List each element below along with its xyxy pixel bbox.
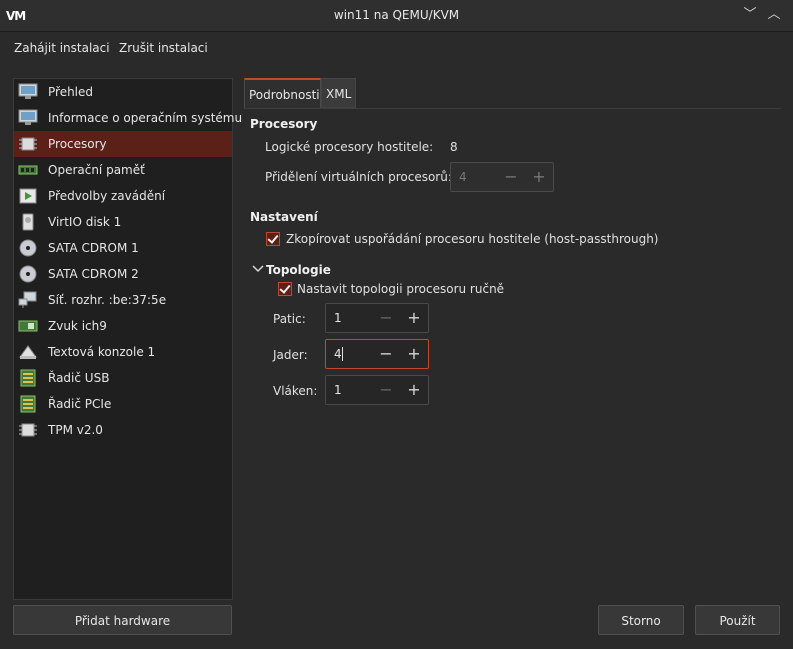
sidebar-item-boot-options[interactable]: Předvolby zavádění bbox=[14, 183, 232, 209]
sidebar-item-cdrom-1[interactable]: SATA CDROM 1 bbox=[14, 235, 232, 261]
sidebar-item-label: Řadič USB bbox=[48, 371, 110, 385]
sidebar-item-label: Informace o operačním systému bbox=[48, 111, 243, 125]
monitor-icon bbox=[18, 109, 38, 125]
disk-icon bbox=[22, 213, 34, 231]
cancel-install-button[interactable]: Zrušit instalaci bbox=[119, 41, 208, 55]
window-title: win11 na QEMU/KVM bbox=[333, 8, 460, 22]
sidebar-item-overview[interactable]: Přehled bbox=[14, 79, 232, 105]
cores-stepper[interactable]: 4 − + bbox=[325, 339, 429, 369]
sidebar-item-label: SATA CDROM 2 bbox=[48, 267, 139, 281]
maximize-icon[interactable]: ︿ bbox=[765, 6, 783, 24]
sidebar-item-label: Síť. rozhr. :be:37:5e bbox=[48, 293, 167, 307]
copy-host-cpu-checkbox[interactable] bbox=[266, 232, 280, 246]
increment-icon[interactable]: + bbox=[404, 344, 424, 364]
vcpu-allocation-stepper[interactable]: 4 − + bbox=[450, 162, 554, 192]
sockets-label: Patic: bbox=[273, 312, 306, 326]
cdrom-icon bbox=[19, 239, 37, 257]
tab-bar: Podrobnosti XML bbox=[244, 78, 781, 109]
sidebar-item-network[interactable]: Síť. rozhr. :be:37:5e bbox=[14, 287, 232, 313]
add-hardware-button[interactable]: Přidat hardware bbox=[13, 605, 232, 635]
increment-icon[interactable]: + bbox=[404, 380, 424, 400]
threads-value: 1 bbox=[334, 383, 342, 397]
manual-topology-label: Nastavit topologii procesoru ručně bbox=[297, 282, 505, 296]
sidebar-item-virtio-disk[interactable]: VirtIO disk 1 bbox=[14, 209, 232, 235]
memory-icon bbox=[18, 165, 38, 175]
sidebar-item-label: VirtIO disk 1 bbox=[48, 215, 122, 229]
vcpu-allocation-value: 4 bbox=[459, 170, 467, 184]
controller-icon bbox=[20, 395, 36, 413]
cdrom-icon bbox=[19, 265, 37, 283]
sound-card-icon bbox=[18, 320, 38, 332]
decrement-icon[interactable]: − bbox=[376, 380, 396, 400]
toolbar: Zahájit instalaci Zrušit instalaci bbox=[0, 32, 793, 64]
cpu-icon bbox=[19, 423, 37, 437]
sockets-stepper[interactable]: 1 − + bbox=[325, 303, 429, 333]
sidebar-item-tpm[interactable]: TPM v2.0 bbox=[14, 417, 232, 443]
text-caret bbox=[342, 347, 343, 361]
monitor-icon bbox=[18, 83, 38, 99]
sidebar-item-processors[interactable]: Procesory bbox=[14, 131, 232, 157]
sockets-value: 1 bbox=[334, 311, 342, 325]
increment-icon[interactable]: + bbox=[404, 308, 424, 328]
minimize-icon[interactable]: ﹀ bbox=[741, 6, 759, 24]
manual-topology-checkbox[interactable] bbox=[278, 282, 292, 296]
sidebar-item-cdrom-2[interactable]: SATA CDROM 2 bbox=[14, 261, 232, 287]
sidebar-item-usb-controller[interactable]: Řadič USB bbox=[14, 365, 232, 391]
sidebar-item-sound[interactable]: Zvuk ich9 bbox=[14, 313, 232, 339]
cpu-icon bbox=[19, 137, 37, 151]
sidebar-item-label: Operační paměť bbox=[48, 163, 145, 177]
sidebar-item-pcie-controller[interactable]: Řadič PCIe bbox=[14, 391, 232, 417]
chevron-down-icon[interactable] bbox=[252, 264, 264, 274]
boot-icon bbox=[19, 188, 37, 204]
tab-details[interactable]: Podrobnosti bbox=[244, 78, 321, 108]
sidebar-item-label: Textová konzole 1 bbox=[48, 345, 156, 359]
title-bar: VM win11 na QEMU/KVM ﹀ ︿ bbox=[0, 0, 793, 32]
hardware-list: Přehled Informace o operačním systému Pr… bbox=[13, 78, 242, 600]
sidebar-item-label: SATA CDROM 1 bbox=[48, 241, 139, 255]
console-icon bbox=[19, 345, 37, 359]
vcpu-allocation-label: Přidělení virtuálních procesorů: bbox=[265, 170, 452, 184]
decrement-icon[interactable]: − bbox=[376, 344, 396, 364]
controller-icon bbox=[20, 369, 36, 387]
cancel-button[interactable]: Storno bbox=[598, 605, 684, 635]
sidebar-item-label: Přehled bbox=[48, 85, 94, 99]
apply-button[interactable]: Použít bbox=[695, 605, 780, 635]
threads-label: Vláken: bbox=[273, 384, 318, 398]
configuration-heading: Nastavení bbox=[250, 210, 318, 224]
sidebar-item-memory[interactable]: Operační paměť bbox=[14, 157, 232, 183]
threads-stepper[interactable]: 1 − + bbox=[325, 375, 429, 405]
logical-cpus-value: 8 bbox=[450, 140, 458, 154]
processors-heading: Procesory bbox=[250, 117, 318, 131]
increment-icon[interactable]: + bbox=[529, 167, 549, 187]
cores-value: 4 bbox=[334, 347, 342, 361]
sidebar-item-label: Předvolby zavádění bbox=[48, 189, 166, 203]
sidebar-item-text-console[interactable]: Textová konzole 1 bbox=[14, 339, 232, 365]
logical-cpus-label: Logické procesory hostitele: bbox=[265, 140, 434, 154]
decrement-icon[interactable]: − bbox=[501, 167, 521, 187]
network-icon bbox=[18, 291, 37, 308]
sidebar-item-label: TPM v2.0 bbox=[48, 423, 103, 437]
begin-install-button[interactable]: Zahájit instalaci bbox=[14, 41, 110, 55]
sidebar-item-label: Řadič PCIe bbox=[48, 397, 112, 411]
sidebar-item-label: Procesory bbox=[48, 137, 107, 151]
sidebar-item-label: Zvuk ich9 bbox=[48, 319, 107, 333]
topology-heading[interactable]: Topologie bbox=[266, 263, 331, 277]
tab-xml[interactable]: XML bbox=[321, 78, 356, 108]
sidebar-item-os-info[interactable]: Informace o operačním systému bbox=[14, 105, 242, 131]
copy-host-cpu-label: Zkopírovat uspořádání procesoru hostitel… bbox=[286, 232, 659, 246]
cores-label: Jader: bbox=[273, 348, 308, 362]
decrement-icon[interactable]: − bbox=[376, 308, 396, 328]
